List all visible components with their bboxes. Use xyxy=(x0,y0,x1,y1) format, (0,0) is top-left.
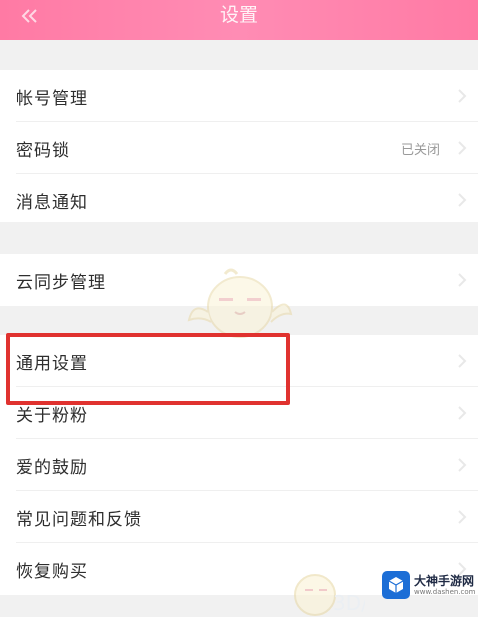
highlight-box xyxy=(6,333,290,405)
watermark-brand: 大神手游网 xyxy=(414,573,475,588)
chevron-right-icon xyxy=(458,458,467,472)
row-password-lock[interactable]: 密码锁 已关闭 xyxy=(0,122,478,174)
row-label: 消息通知 xyxy=(16,192,88,213)
row-label: 常见问题和反馈 xyxy=(16,509,142,530)
row-faq-feedback[interactable]: 常见问题和反馈 xyxy=(0,491,478,543)
page-title: 设置 xyxy=(219,4,258,26)
chevron-right-icon xyxy=(458,354,467,368)
row-account-management[interactable]: 帐号管理 xyxy=(0,70,478,122)
row-label: 爱的鼓励 xyxy=(16,457,88,478)
site-watermark: 大神手游网 www.dashen.com xyxy=(382,569,478,601)
chevron-right-icon xyxy=(458,406,467,420)
chevron-right-icon xyxy=(458,141,467,155)
chevron-right-icon xyxy=(458,193,467,207)
watermark-url: www.dashen.com xyxy=(414,587,476,596)
row-label: 密码锁 xyxy=(16,140,70,161)
password-lock-status: 已关闭 xyxy=(400,142,440,158)
settings-group-account: 帐号管理 密码锁 已关闭 消息通知 xyxy=(0,70,478,222)
faint-watermark-text: 3D/ xyxy=(333,591,365,615)
mascot-watermark-icon: 3D/ xyxy=(294,574,365,616)
row-label: 恢复购买 xyxy=(16,561,88,582)
cube-logo-icon xyxy=(382,571,410,599)
row-notifications[interactable]: 消息通知 xyxy=(0,174,478,226)
row-encouragement[interactable]: 爱的鼓励 xyxy=(0,439,478,491)
top-bar: 设置 xyxy=(0,0,478,40)
chevron-right-icon xyxy=(458,89,467,103)
row-label: 云同步管理 xyxy=(16,272,106,293)
row-label: 帐号管理 xyxy=(16,88,88,109)
chevron-right-icon xyxy=(458,273,467,287)
chevron-right-icon xyxy=(458,510,467,524)
